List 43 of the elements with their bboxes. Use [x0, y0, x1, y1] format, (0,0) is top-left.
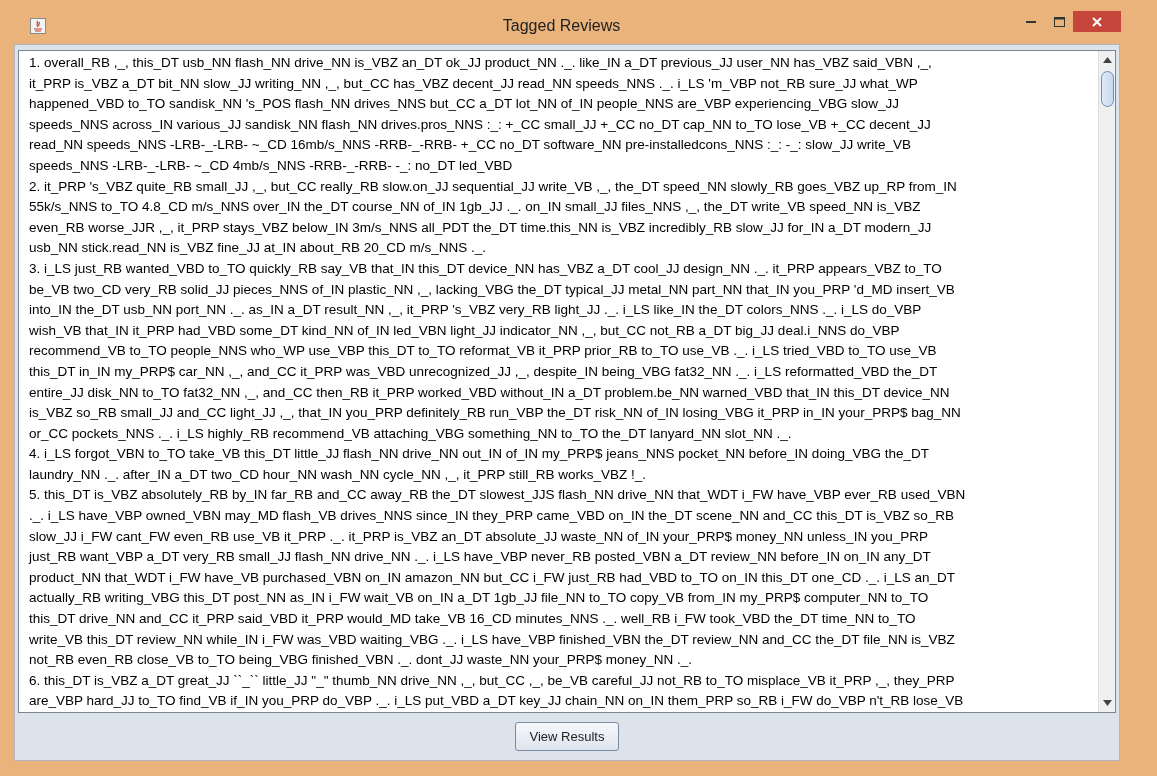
text-line: this_DT drive_NN and_CC it_PRP said_VBD it_PRP would_MD take_VB 16_CD minutes_NNS ._. well_RB i_FW took_VBD the_DT time_NN to_TO: [29, 610, 916, 629]
text-line: wish_VB that_IN it_PRP had_VBD some_DT kind_NN of_IN led_VBN light_JJ indicator_NN ,_, but_CC not_RB a_DT big_JJ deal.i_NNS do_VBP: [29, 321, 900, 340]
text-line: be_VB two_CD very_RB solid_JJ pieces_NNS of_IN plastic_NN ,_, lacking_VBG the_DT typical_JJ metal_NN part_NN that_IN you_PRP 'd_MD insert_VB: [29, 280, 955, 299]
scroll-up-icon[interactable]: [1102, 57, 1112, 63]
maximize-icon: [1053, 17, 1065, 27]
text-line: 2. it_PRP 's_VBZ quite_RB small_JJ ,_, but_CC really_RB slow.on_JJ sequential_JJ write_VB ,_, the_DT speed_NN slowly_RB goes_VBZ up_RP from_IN: [29, 177, 957, 196]
text-line: 1. overall_RB ,_, this_DT usb_NN flash_NN drive_NN is_VBZ an_DT ok_JJ product_NN ._. like_IN a_DT previous_JJ user_NN has_VBZ said_VBN ,_,: [29, 54, 932, 72]
text-line: entire_JJ disk_NN to_TO fat32_NN ,_, and_CC then_RB it_PRP worked_VBD without_IN a_DT problem.be_NN warned_VBD that_IN this_DT device_NN: [29, 383, 950, 402]
text-line: is_VBZ so_RB small_JJ and_CC light_JJ ,_, that_IN you_PRP definitely_RB run_VBP the_DT risk_NN of_IN losing_VBG it_PRP in_IN your_PRP$ bag_NN: [29, 404, 961, 423]
text-line: laundry_NN ._. after_IN a_DT two_CD hour_NN wash_NN cycle_NN ,_, it_PRP still_RB works_VBZ !_.: [29, 465, 646, 484]
text-line: are_VBP hard_JJ to_TO find_VB if_IN you_PRP do_VBP ._. i_LS put_VBD a_DT key_JJ chain_NN on_IN them_PRP so_RB i_FW do_VBP n't_RB lose_VB: [29, 692, 964, 711]
text-line: 55k/s_NNS to_TO 4.8_CD m/s_NNS over_IN the_DT course_NN of_IN 1gb_JJ ._. on_IN small_JJ files_NNS ,_, the_DT write_VB speed_NN is_VBZ: [29, 198, 921, 217]
scrollbar[interactable]: [1098, 51, 1115, 712]
text-line: happened_VBD to_TO sandisk_NN 's_POS flash_NN drives_NNS but_CC a_DT lot_NN of_IN people_NNS are_VBP experiencing_VBG slow_JJ: [29, 95, 900, 114]
text-line: 5. this_DT is_VBZ absolutely_RB by_IN far_RB and_CC away_RB the_DT slowest_JJS flash_NN drive_NN that_WDT i_FW have_VBP ever_RB used_VBN: [29, 486, 966, 505]
text-line: product_NN that_WDT i_FW have_VB purchased_VBN on_IN amazon_NN but_CC i_FW just_RB had_VBD to_TO on_IN this_DT one_CD ._. i_LS an_DT: [29, 568, 955, 587]
text-line: it_PRP is_VBZ a_DT bit_NN slow_JJ writing_NN ,_, but_CC has_VBZ decent_JJ read_NN speeds_NNS ._. i_LS 'm_VBP not_RB sure_JJ what_WP: [29, 74, 918, 93]
view-results-button[interactable]: View Results: [514, 722, 620, 751]
text-line: write_VB this_DT review_NN while_IN i_FW was_VBD waiting_VBG ._. i_LS have_VBP finished_VBN the_DT review_NN and_CC the_DT file_NN is_VBZ: [29, 630, 955, 649]
text-line: speeds_NNS -LRB-_-LRB- ~_CD 4mb/s_NNS -RRB-_-RRB- -_: no_DT led_VBD: [29, 156, 513, 175]
minimize-icon: [1026, 20, 1036, 24]
text-line: or_CC pockets_NNS ._. i_LS highly_RB recommend_VB attaching_VBG something_NN to_TO the_DT lanyard_NN slot_NN ._.: [29, 424, 792, 443]
scroll-down-icon[interactable]: [1102, 700, 1112, 706]
text-line: 4. i_LS forgot_VBN to_TO take_VB this_DT little_JJ flash_NN drive_NN out_IN of_IN my_PRP$ jeans_NNS pocket_NN before_IN doing_VBG the_DT: [29, 445, 929, 464]
text-line: recommend_VB to_TO people_NNS who_WP use_VBP this_DT to_TO reformat_VB it_PRP prior_RB to_TO use_VB ._. i_LS tried_VBD to_TO use_VB: [29, 342, 937, 361]
close-button[interactable]: [1073, 11, 1121, 32]
text-line: this_DT in_IN my_PRP$ car_NN ,_, and_CC it_PRP was_VBD unrecognized_JJ ,_, despite_IN being_VBG fat32_NN ._. i_LS reformatted_VBD the_DT: [29, 362, 938, 381]
text-line: into_IN the_DT usb_NN port_NN ._. as_IN a_DT result_NN ,_, it_PRP 's_VBZ very_RB light_JJ ._. i_LS like_IN the_DT colors_NNS ._. i_LS do_VBP: [29, 301, 922, 320]
text-line: just_RB want_VBP a_DT very_RB small_JJ flash_NN drive_NN ._. i_LS have_VBP never_RB posted_VBN a_DT review_NN before_IN on_IN any_DT: [29, 548, 931, 567]
java-app-icon: [30, 18, 46, 34]
text-line: even_RB worse_JJR ,_, it_PRP stays_VBZ below_IN 3m/s_NNS all_PDT the_DT time.this_NN is_VBZ incredibly_RB slow_JJ for_IN a_DT modern_JJ: [29, 218, 932, 237]
scroll-thumb[interactable]: [1100, 71, 1114, 107]
text-line: ._. i_LS have_VBP owned_VBN may_MD flash_VB drives_NNS since_IN they_PRP came_VBD on_IN the_DT scene_NN and_CC this_DT is_VBZ so_RB: [29, 507, 954, 526]
text-line: usb_NN stick.read_NN is_VBZ fine_JJ at_IN about_RB 20_CD m/s_NNS ._.: [29, 239, 486, 258]
text-line: speeds_NNS across_IN various_JJ sandisk_NN flash_NN drives.pros_NNS :_: +_CC small_JJ +_CC no_DT cap_NN to_TO lose_VB +_CC decent_JJ: [29, 115, 931, 134]
text-line: 3. i_LS just_RB wanted_VBD to_TO quickly_RB say_VB that_IN this_DT device_NN has_VBZ a_DT cool_JJ design_NN ._. it_PRP appears_VBZ to_TO: [29, 259, 942, 278]
text-line: not_RB even_RB close_VB to_TO being_VBG finished_VBN ._. dont_JJ waste_NN your_PRP$ money_NN ._.: [29, 651, 693, 670]
text-line: 6. this_DT is_VBZ a_DT great_JJ ``_`` little_JJ "_" thumb_NN drive_NN ,_, but_CC ,_, be_VB careful_JJ not_RB to_TO misplace_VB it_PRP ,_, they_PRP: [29, 671, 955, 690]
text-line: read_NN speeds_NNS -LRB-_-LRB- ~_CD 16mb/s_NNS -RRB-_-RRB- +_CC no_DT software_NN pre-installedcons_NNS :_: -_: slow_JJ write_VB: [29, 136, 912, 155]
text-line: actually_RB writing_VBG this_DT post_NN as_IN i_FW wait_VB on_IN a_DT 1gb_JJ file_NN to_TO copy_VB from_IN my_PRP$ computer_NN to_TO: [29, 589, 929, 608]
close-icon: [1092, 16, 1102, 27]
text-line: slow_JJ i_FW cant_FW even_RB use_VB it_PRP ._. it_PRP is_VBZ an_DT absolute_JJ waste_NN of_IN your_PRP$ money_NN unless_IN you_PRP: [29, 527, 928, 546]
window-title: Tagged Reviews: [502, 16, 621, 36]
